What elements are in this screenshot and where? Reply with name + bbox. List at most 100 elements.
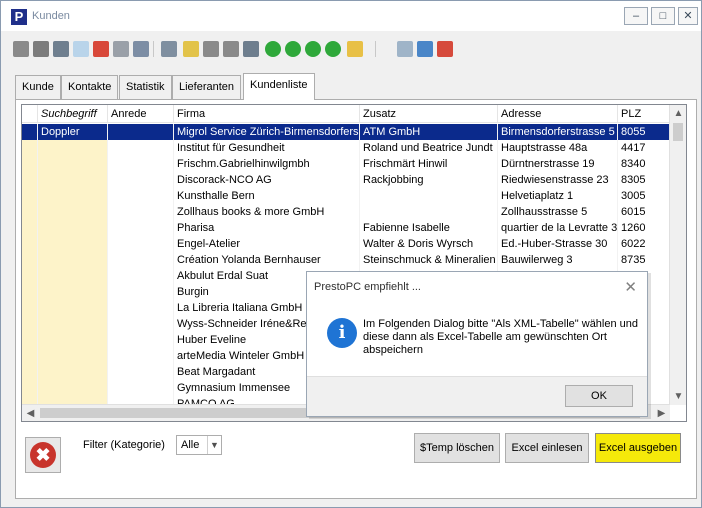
cell-suchbegriff[interactable]: Doppler [38,124,108,140]
row-indicator[interactable] [22,236,38,252]
cell-anrede[interactable] [108,236,174,252]
excel-import-button[interactable]: Excel einlesen [505,433,589,463]
cell-anrede[interactable] [108,316,174,332]
cell-anrede[interactable] [108,204,174,220]
row-indicator[interactable] [22,172,38,188]
dialog-close-icon[interactable]: ✕ [624,278,637,296]
cell-zusatz[interactable]: Fabienne Isabelle [360,220,498,236]
maximize-button[interactable]: □ [651,7,675,25]
cell-suchbegriff[interactable] [38,172,108,188]
cell-suchbegriff[interactable] [38,188,108,204]
table-row[interactable]: Création Yolanda Bernhauser Steinschmuck … [22,252,670,268]
cell-plz[interactable]: 4417 [618,140,670,156]
column-header-firma[interactable]: Firma [174,105,360,123]
cell-zusatz[interactable]: Rackjobbing [360,172,498,188]
cell-suchbegriff[interactable] [38,348,108,364]
tab-statistik[interactable]: Statistik [119,75,172,99]
cell-suchbegriff[interactable] [38,140,108,156]
close-button[interactable]: ✕ [678,7,698,25]
row-indicator[interactable] [22,220,38,236]
cell-anrede[interactable] [108,332,174,348]
temp-delete-button[interactable]: $Temp löschen [414,433,500,463]
column-header-anrede[interactable]: Anrede [108,105,174,123]
cell-plz[interactable]: 8340 [618,156,670,172]
undo-icon[interactable] [161,41,177,57]
cell-anrede[interactable] [108,364,174,380]
cell-adresse[interactable]: Bauwilerweg 3 [498,252,618,268]
save-icon[interactable] [53,41,69,57]
scroll-left-arrow-icon[interactable]: ◀ [22,405,39,421]
scroll-up-arrow-icon[interactable]: ▲ [670,105,686,122]
column-header-adresse[interactable]: Adresse [498,105,618,123]
cell-firma[interactable]: Création Yolanda Bernhauser [174,252,360,268]
cell-plz[interactable]: 8055 [618,124,670,140]
cell-adresse[interactable]: Hauptstrasse 48a [498,140,618,156]
cell-plz[interactable]: 6015 [618,204,670,220]
search-icon[interactable] [223,41,239,57]
row-indicator[interactable] [22,156,38,172]
row-indicator[interactable] [22,348,38,364]
column-header-plz[interactable]: PLZ [618,105,670,123]
table-row[interactable]: Doppler Migrol Service Zürich-Birmensdorf… [22,124,670,140]
cell-anrede[interactable] [108,348,174,364]
table-row[interactable]: Kunsthalle Bern Helvetiaplatz 1 3005 [22,188,670,204]
cell-firma[interactable]: Institut für Gesundheit [174,140,360,156]
cell-zusatz[interactable]: Roland und Beatrice Jundt [360,140,498,156]
row-indicator[interactable] [22,204,38,220]
cell-adresse[interactable]: Helvetiaplatz 1 [498,188,618,204]
cell-adresse[interactable]: Zollhausstrasse 5 [498,204,618,220]
cell-anrede[interactable] [108,124,174,140]
tab-kundenliste[interactable]: Kundenliste [243,73,315,100]
cell-plz[interactable]: 8305 [618,172,670,188]
row-indicator[interactable] [22,380,38,396]
table-row[interactable]: Discorack-NCO AG Rackjobbing Riedwiesenstr… [22,172,670,188]
tab-lieferanten[interactable]: Lieferanten [172,75,242,99]
preview-icon[interactable] [133,41,149,57]
copy-icon[interactable] [33,41,49,57]
cell-anrede[interactable] [108,140,174,156]
cell-plz[interactable]: 6022 [618,236,670,252]
cell-adresse[interactable]: Ed.-Huber-Strasse 30 [498,236,618,252]
cell-plz[interactable]: 1260 [618,220,670,236]
row-indicator[interactable] [22,364,38,380]
cell-suchbegriff[interactable] [38,236,108,252]
cell-zusatz[interactable]: Walter & Doris Wyrsch [360,236,498,252]
cell-plz[interactable]: 3005 [618,188,670,204]
tab-kontakte[interactable]: Kontakte [61,75,119,99]
paste-icon[interactable] [73,41,89,57]
cell-anrede[interactable] [108,300,174,316]
scroll-down-arrow-icon[interactable]: ▼ [670,388,686,405]
table-row[interactable]: Engel-Atelier Walter & Doris Wyrsch Ed.-Hu… [22,236,670,252]
column-header-suchbegriff[interactable]: Suchbegriff [38,105,108,123]
checklist-icon[interactable] [437,41,453,57]
row-indicator[interactable] [22,188,38,204]
row-indicator[interactable] [22,252,38,268]
cell-anrede[interactable] [108,268,174,284]
filter-category-select[interactable]: Alle ▼ [176,435,222,455]
cell-firma[interactable]: Pharisa [174,220,360,236]
scroll-right-arrow-icon[interactable]: ▶ [653,405,670,421]
delete-customer-button[interactable]: ✖ [25,437,61,473]
cell-adresse[interactable]: quartier de la Levratte 3 [498,220,618,236]
first-record-icon[interactable] [265,41,281,57]
cell-suchbegriff[interactable] [38,300,108,316]
calendar-icon[interactable] [417,41,433,57]
cell-anrede[interactable] [108,188,174,204]
row-indicator[interactable] [22,332,38,348]
edit-icon[interactable] [183,41,199,57]
cell-plz[interactable]: 8735 [618,252,670,268]
table-row[interactable]: Frischm.Gabrielhinwilgmbh Frischmärt Hinw… [22,156,670,172]
cell-suchbegriff[interactable] [38,316,108,332]
cell-anrede[interactable] [108,172,174,188]
cell-zusatz[interactable] [360,188,498,204]
cell-firma[interactable]: Migrol Service Zürich-Birmensdorfers [174,124,360,140]
previous-record-icon[interactable] [285,41,301,57]
cell-firma[interactable]: Zollhaus books & more GmbH [174,204,360,220]
cell-suchbegriff[interactable] [38,380,108,396]
cell-zusatz[interactable]: ATM GmbH [360,124,498,140]
cell-suchbegriff[interactable] [38,220,108,236]
pdf-icon[interactable] [93,41,109,57]
tab-kunde[interactable]: Kunde [15,75,61,99]
row-indicator[interactable] [22,316,38,332]
row-indicator[interactable] [22,268,38,284]
